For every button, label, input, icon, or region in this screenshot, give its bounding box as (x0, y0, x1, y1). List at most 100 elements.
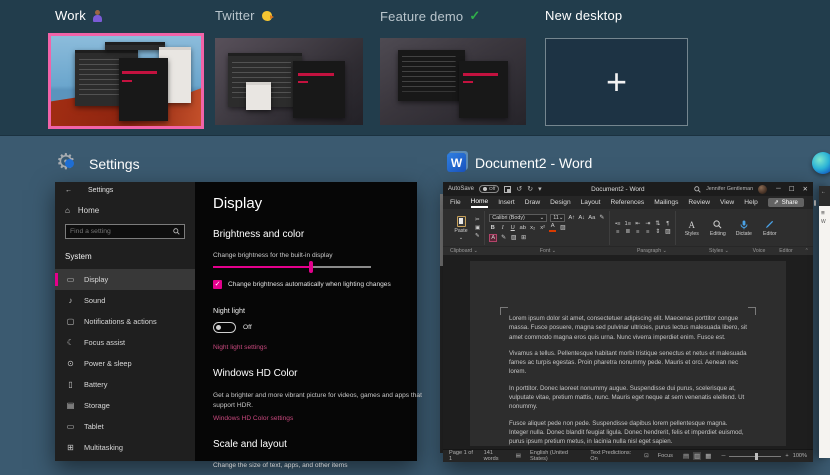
align-right-button[interactable]: ≡ (634, 229, 641, 235)
edge-window-sliver[interactable]: ← ≡ W (819, 186, 830, 458)
subscript-button[interactable]: x₂ (529, 225, 536, 231)
font-group-label[interactable]: Font ⌄ (485, 248, 611, 254)
tab-layout[interactable]: Layout (581, 199, 601, 206)
tab-mailings[interactable]: Mailings (654, 199, 678, 206)
sidebar-item-notifications[interactable]: ▢Notifications & actions (55, 311, 195, 332)
share-button[interactable]: ⇗ Share (768, 198, 804, 207)
settings-window-header[interactable]: ⚙ Settings (58, 153, 140, 175)
new-desktop-button[interactable]: + (545, 38, 688, 126)
sidebar-item-display[interactable]: ▭Display (55, 269, 195, 290)
desktop-label-work[interactable]: Work (55, 8, 104, 23)
close-button[interactable]: ✕ (803, 185, 808, 193)
sidebar-item-focus-assist[interactable]: ☾Focus assist (55, 332, 195, 353)
tab-insert[interactable]: Insert (498, 199, 515, 206)
hdr-settings-link[interactable]: Windows HD Color settings (213, 415, 431, 422)
align-center-button[interactable]: ≣ (624, 229, 631, 235)
sidebar-item-sound[interactable]: ♪Sound (55, 290, 195, 311)
tab-home[interactable]: Home (471, 198, 489, 208)
night-light-toggle[interactable] (213, 322, 236, 333)
zoom-percentage[interactable]: 100% (793, 453, 807, 459)
sidebar-item-power-sleep[interactable]: ⊙Power & sleep (55, 353, 195, 374)
page-count[interactable]: Page 1 of 1 (449, 450, 475, 462)
redo-icon[interactable]: ↻ (527, 185, 533, 193)
word-count[interactable]: 141 words (484, 450, 507, 462)
text-effects-button[interactable]: ▨ (559, 225, 566, 231)
sidebar-item-home[interactable]: ⌂ Home (55, 194, 195, 215)
strikethrough-button[interactable]: ab (519, 225, 526, 231)
desktop-thumbnail-twitter[interactable] (215, 38, 363, 125)
minimize-button[interactable]: ─ (776, 185, 781, 193)
sidebar-item-multitasking[interactable]: ⊞Multitasking (55, 437, 195, 458)
paste-button[interactable]: Paste ⌄ (450, 211, 472, 245)
search-icon[interactable] (694, 186, 701, 193)
word-window-header[interactable]: W Document2 - Word (447, 153, 592, 172)
desktop-label-feature-demo[interactable]: Feature demo ✓ (380, 8, 480, 24)
sidebar-item-battery[interactable]: ▯Battery (55, 374, 195, 395)
language-status[interactable]: English (United States) (530, 450, 581, 462)
font-name-select[interactable]: Calibri (Body)⌄ (489, 214, 547, 222)
brightness-slider[interactable] (213, 266, 371, 268)
highlight-button[interactable]: A (489, 234, 497, 242)
font-size-select[interactable]: 11⌄ (550, 214, 565, 222)
tab-help[interactable]: Help (744, 199, 758, 206)
user-avatar[interactable] (758, 185, 767, 194)
edge-browser-icon[interactable] (812, 152, 830, 174)
italic-button[interactable]: I (499, 225, 506, 231)
sort-button[interactable]: ⇅ (654, 221, 661, 227)
tab-file[interactable]: File (450, 199, 461, 206)
styles-group-label[interactable]: Styles ⌄ (693, 248, 745, 254)
tab-design[interactable]: Design (550, 199, 571, 206)
proofing-icon[interactable]: ▤ (516, 453, 521, 459)
clear-format-icon[interactable]: ✎ (598, 215, 605, 221)
settings-search-box[interactable] (65, 224, 185, 239)
night-light-settings-link[interactable]: Night light settings (213, 344, 431, 351)
word-window[interactable]: AutoSave Off ↺ ↻ ▾ Document2 - Word Jenn… (443, 182, 813, 462)
tab-draw[interactable]: Draw (525, 199, 540, 206)
tab-review[interactable]: Review (688, 199, 710, 206)
pen-icon[interactable]: ✎ (500, 235, 507, 241)
zoom-slider[interactable] (729, 456, 781, 457)
align-left-button[interactable]: ≡ (614, 229, 621, 235)
styles-button[interactable]: A Styles (680, 211, 703, 245)
sidebar-item-storage[interactable]: ▤Storage (55, 395, 195, 416)
save-icon[interactable] (504, 186, 511, 193)
tab-view[interactable]: View (720, 199, 734, 206)
bullet-list-button[interactable]: •≡ (614, 221, 621, 227)
dictate-button[interactable]: Dictate (732, 211, 755, 245)
line-spacing-button[interactable]: ⇕ (654, 229, 661, 235)
text-predictions-status[interactable]: Text Predictions: On (590, 450, 635, 462)
zoom-in-button[interactable]: + (785, 453, 788, 459)
focus-icon[interactable]: ⊡ (644, 453, 649, 459)
read-mode-button[interactable]: ▤ (682, 452, 690, 460)
borders-button[interactable]: ⊞ (520, 235, 527, 241)
quick-access-caret-icon[interactable]: ▾ (538, 185, 542, 193)
checkbox-checked-icon[interactable]: ✓ (213, 280, 222, 289)
auto-brightness-checkbox-row[interactable]: ✓ Change brightness automatically when l… (213, 280, 431, 289)
change-case-icon[interactable]: Aa (588, 215, 595, 221)
justify-button[interactable]: ≡ (644, 229, 651, 235)
desktop-thumbnail-work[interactable] (48, 33, 204, 129)
shading-button[interactable]: ▨ (664, 229, 671, 235)
desktop-label-twitter[interactable]: Twitter (215, 8, 273, 23)
back-arrow-icon[interactable]: ← (65, 187, 72, 194)
shading-button[interactable]: ▨ (510, 235, 517, 241)
paragraph-group-label[interactable]: Paragraph ⌄ (611, 248, 693, 254)
maximize-button[interactable]: ☐ (789, 185, 795, 193)
underline-button[interactable]: U (509, 225, 516, 231)
paragraph-marks-button[interactable]: ¶ (664, 221, 671, 227)
zoom-slider-thumb[interactable] (755, 453, 758, 460)
format-painter-icon[interactable]: ✎ (475, 233, 480, 239)
search-input[interactable] (70, 228, 173, 235)
clipboard-group-label[interactable]: Clipboard ⌄ (443, 248, 485, 254)
grow-font-icon[interactable]: A↑ (568, 215, 575, 221)
superscript-button[interactable]: x² (539, 225, 546, 231)
increase-indent-button[interactable]: ⇥ (644, 221, 651, 227)
bold-button[interactable]: B (489, 225, 496, 231)
zoom-out-button[interactable]: ─ (721, 453, 725, 459)
editor-button[interactable]: Editor (758, 211, 781, 245)
settings-window[interactable]: ← Settings ⌂ Home System ▭Display ♪Sound… (55, 182, 417, 461)
shrink-font-icon[interactable]: A↓ (578, 215, 585, 221)
print-layout-button[interactable]: ▥ (693, 452, 701, 460)
desktop-thumbnail-feature-demo[interactable] (380, 38, 526, 125)
decrease-indent-button[interactable]: ⇤ (634, 221, 641, 227)
